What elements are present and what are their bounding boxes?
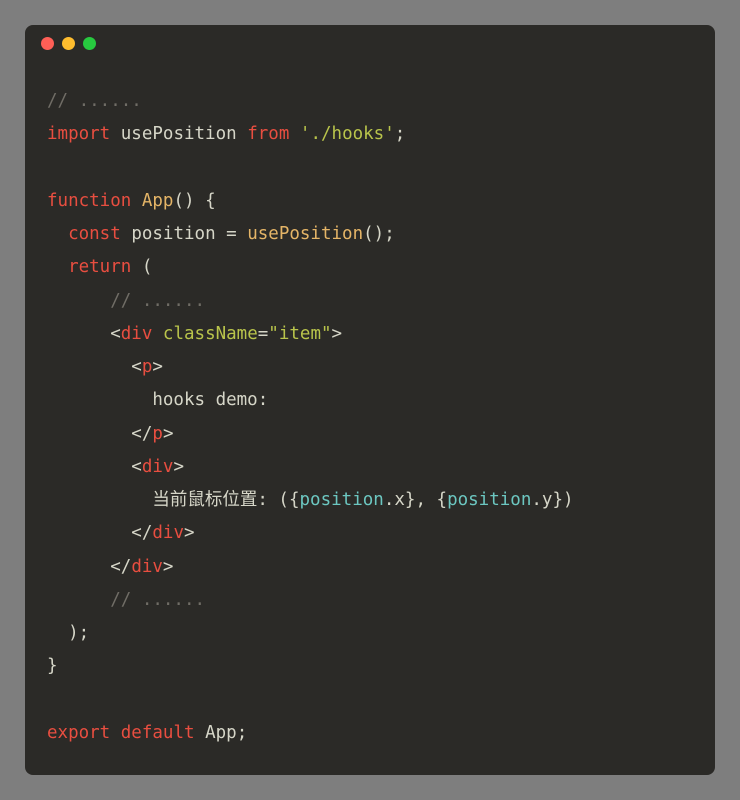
code-token: }: [552, 490, 563, 510]
code-comment: // ......: [110, 291, 205, 311]
code-block: // ...... import usePosition from './hoo…: [25, 61, 715, 774]
code-token: <: [131, 357, 142, 377]
code-token: position: [131, 224, 215, 244]
code-token: <: [131, 424, 142, 444]
code-token: position: [300, 490, 384, 510]
code-token: className: [163, 324, 258, 344]
code-token: /: [121, 557, 132, 577]
code-token: from: [247, 124, 289, 144]
code-token: import: [47, 124, 110, 144]
code-token: ): [563, 490, 574, 510]
code-token: }: [47, 656, 58, 676]
code-token: default: [121, 723, 195, 743]
code-token: ): [68, 623, 79, 643]
code-token: {: [205, 191, 216, 211]
close-icon[interactable]: [41, 37, 54, 50]
code-token: >: [163, 424, 174, 444]
code-comment: // ......: [110, 590, 205, 610]
code-token: /: [142, 523, 153, 543]
code-token: (): [363, 224, 384, 244]
code-token: =: [258, 324, 269, 344]
code-token: {: [289, 490, 300, 510]
code-comment: // ......: [47, 91, 142, 111]
code-token: {: [437, 490, 448, 510]
code-token: <: [110, 557, 121, 577]
code-token: .: [531, 490, 542, 510]
code-token: div: [152, 523, 184, 543]
code-token: ;: [395, 124, 406, 144]
code-token: x: [394, 490, 405, 510]
minimize-icon[interactable]: [62, 37, 75, 50]
code-token: div: [142, 457, 174, 477]
code-token: .: [384, 490, 395, 510]
code-token: >: [332, 324, 343, 344]
code-token: function: [47, 191, 131, 211]
code-token: y: [542, 490, 553, 510]
code-token: div: [131, 557, 163, 577]
code-token: div: [121, 324, 153, 344]
code-token: <: [131, 457, 142, 477]
code-token: =: [216, 224, 248, 244]
code-token: >: [173, 457, 184, 477]
editor-window: // ...... import usePosition from './hoo…: [25, 25, 715, 775]
code-token: ;: [384, 224, 395, 244]
code-token: hooks demo:: [152, 390, 268, 410]
code-token: return: [68, 257, 131, 277]
code-token: App: [205, 723, 237, 743]
code-token: const: [68, 224, 121, 244]
code-token: usePosition: [247, 224, 363, 244]
code-token: >: [152, 357, 163, 377]
code-token: ): [184, 191, 195, 211]
code-token: (: [142, 257, 153, 277]
code-token: ;: [79, 623, 90, 643]
code-token: "item": [268, 324, 331, 344]
code-token: <: [110, 324, 121, 344]
code-token: ,: [415, 490, 436, 510]
titlebar: [25, 25, 715, 61]
code-token: >: [163, 557, 174, 577]
code-token: App: [142, 191, 174, 211]
code-token: ;: [237, 723, 248, 743]
code-token: 当前鼠标位置: (: [152, 490, 289, 510]
code-token: <: [131, 523, 142, 543]
code-token: position: [447, 490, 531, 510]
code-token: (: [173, 191, 184, 211]
maximize-icon[interactable]: [83, 37, 96, 50]
code-token: }: [405, 490, 416, 510]
code-token: p: [152, 424, 163, 444]
code-token: usePosition: [121, 124, 237, 144]
code-token: >: [184, 523, 195, 543]
code-token: p: [142, 357, 153, 377]
code-token: /: [142, 424, 153, 444]
code-token: './hooks': [300, 124, 395, 144]
code-token: export: [47, 723, 110, 743]
